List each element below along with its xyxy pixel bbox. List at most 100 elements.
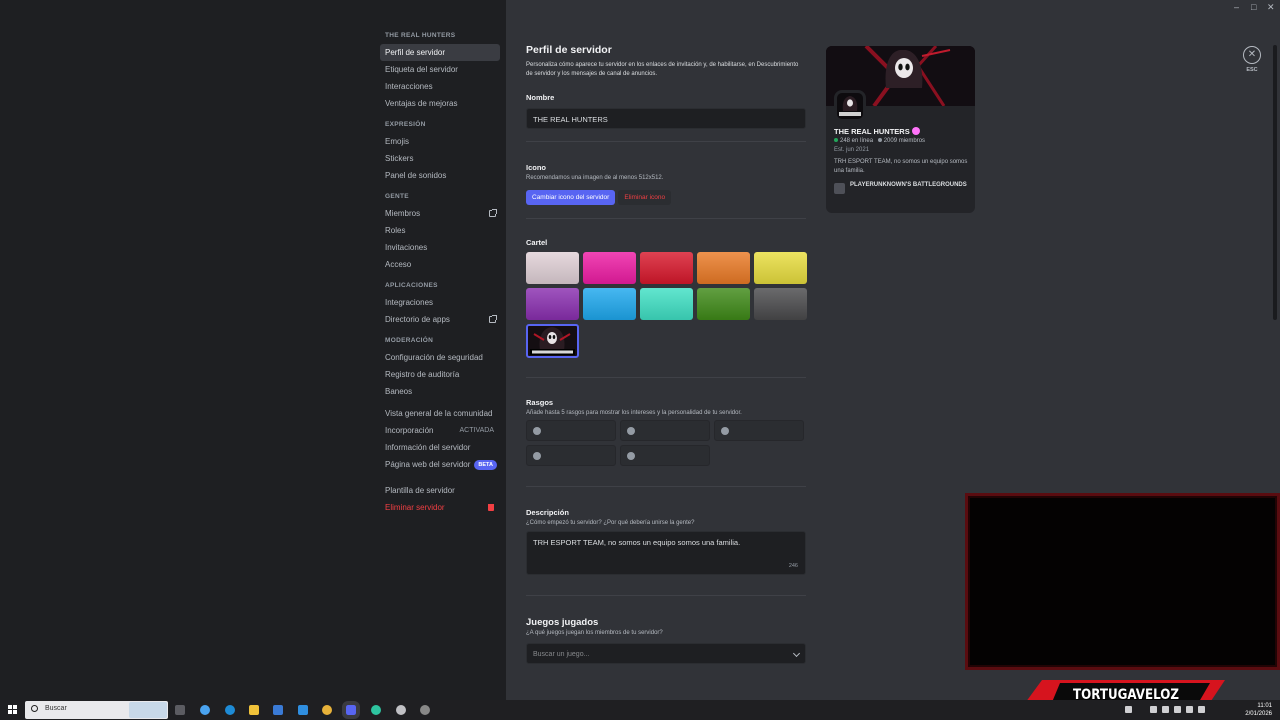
char-counter: 246 (788, 563, 798, 569)
description-sub: ¿Cómo empezó tu servidor? ¿Por qué deber… (526, 520, 695, 526)
sidebar-item-baneos[interactable]: Baneos (380, 383, 500, 400)
preview-stats: 248 en línea 2009 miembros (834, 138, 969, 144)
discord-icon[interactable] (342, 701, 360, 719)
scrollbar[interactable] (1273, 45, 1277, 320)
status-activada: ACTIVADA (459, 427, 495, 434)
mail-icon[interactable] (298, 705, 308, 715)
sidebar-item-comunidad[interactable]: Vista general de la comunidad (380, 405, 500, 422)
sidebar-item-sonidos[interactable]: Panel de sonidos (380, 167, 500, 184)
maximize-button[interactable]: □ (1251, 2, 1256, 12)
banner-swatch[interactable] (526, 288, 579, 320)
icon-sub: Recomendamos una imagen de al menos 512x… (526, 175, 664, 181)
sidebar-item-miembros[interactable]: Miembros (380, 205, 500, 222)
divider (526, 595, 806, 596)
name-label: Nombre (526, 93, 555, 102)
sidebar-item-stickers[interactable]: Stickers (380, 150, 500, 167)
banner-swatch[interactable] (640, 252, 693, 284)
server-name-input[interactable]: THE REAL HUNTERS (526, 108, 806, 129)
banner-swatch[interactable] (754, 288, 807, 320)
chrome-icon[interactable] (322, 705, 332, 715)
banner-custom-image[interactable] (526, 324, 579, 358)
banner-swatch[interactable] (754, 252, 807, 284)
description-label: Descripción (526, 508, 569, 517)
reaper-logo-image (530, 327, 575, 355)
sidebar-item-invitaciones[interactable]: Invitaciones (380, 239, 500, 256)
edge-icon[interactable] (225, 705, 235, 715)
preview-server-name: THE REAL HUNTERS (834, 127, 969, 136)
sidebar-item-integraciones[interactable]: Integraciones (380, 294, 500, 311)
section-title-moderacion: MODERACIÓN (385, 337, 434, 344)
clock-time: 11:01 (1257, 703, 1272, 709)
webcam-overlay-frame (965, 493, 1280, 670)
trait-slot[interactable] (714, 420, 804, 441)
description-text: TRH ESPORT TEAM, no somos un equipo somo… (533, 538, 741, 547)
description-textarea[interactable]: TRH ESPORT TEAM, no somos un equipo somo… (526, 531, 806, 575)
sidebar-item-interacciones[interactable]: Interacciones (380, 78, 500, 95)
banner-swatch[interactable] (697, 252, 750, 284)
emoji-icon (533, 452, 541, 460)
trait-slot[interactable] (620, 445, 710, 466)
banner-swatch[interactable] (583, 288, 636, 320)
sidebar-item-directorio[interactable]: Directorio de apps (380, 311, 500, 328)
sidebar-item-eliminar[interactable]: Eliminar servidor (380, 499, 500, 516)
app-icon[interactable] (396, 705, 406, 715)
sidebar-item-seguridad[interactable]: Configuración de seguridad (380, 349, 500, 366)
file-explorer-icon[interactable] (249, 705, 259, 715)
sidebar-item-auditoria[interactable]: Registro de auditoría (380, 366, 500, 383)
copilot-icon[interactable] (200, 705, 210, 715)
online-dot-icon (834, 138, 838, 142)
sidebar-item-label: Eliminar servidor (385, 503, 445, 512)
store-icon[interactable] (273, 705, 283, 715)
taskbar-search[interactable]: Buscar (25, 701, 168, 719)
obs-icon[interactable] (420, 705, 430, 715)
sidebar-item-pagina-web[interactable]: Página web del servidor BETA (380, 456, 500, 473)
close-window-button[interactable]: ✕ (1267, 2, 1275, 13)
server-profile-form: Perfil de servidor Personaliza cómo apar… (526, 44, 807, 664)
icon-label: Icono (526, 163, 546, 172)
sidebar-item-perfil[interactable]: Perfil de servidor (380, 44, 500, 61)
minimize-button[interactable]: – (1234, 2, 1239, 12)
trait-slot[interactable] (526, 420, 616, 441)
search-icon (31, 705, 38, 712)
games-search-select[interactable]: Buscar un juego... (526, 643, 806, 664)
divider (526, 218, 806, 219)
members-dot-icon (877, 138, 882, 142)
banner-swatch[interactable] (526, 252, 579, 284)
sidebar-item-acceso[interactable]: Acceso (380, 256, 500, 273)
sidebar-item-informacion[interactable]: Información del servidor (380, 439, 500, 456)
section-title-gente: GENTE (385, 193, 409, 200)
windows-start-icon[interactable] (8, 705, 18, 715)
preview-established: Est. jun 2021 (834, 147, 870, 153)
traits-label: Rasgos (526, 398, 554, 407)
banner-label: Cartel (526, 238, 548, 247)
clock[interactable]: 11:01 2/01/2026 (1245, 702, 1272, 718)
sidebar-item-emojis[interactable]: Emojis (380, 133, 500, 150)
banner-swatch[interactable] (697, 288, 750, 320)
trait-slot[interactable] (620, 420, 710, 441)
sidebar-item-incorporacion[interactable]: Incorporación ACTIVADA (380, 422, 500, 439)
change-icon-button[interactable]: Cambiar icono del servidor (526, 190, 616, 205)
trait-slot[interactable] (526, 445, 616, 466)
sidebar-item-ventajas[interactable]: Ventajas de mejoras (380, 95, 500, 112)
close-icon[interactable]: ✕ (1243, 46, 1261, 64)
esc-close[interactable]: ✕ ESC (1243, 46, 1261, 73)
system-tray[interactable] (1125, 706, 1215, 714)
games-placeholder: Buscar un juego... (533, 651, 590, 658)
external-link-icon (489, 209, 497, 217)
sidebar-item-etiqueta[interactable]: Etiqueta del servidor (380, 61, 500, 78)
banner-swatch[interactable] (583, 252, 636, 284)
sidebar-item-label: Directorio de apps (385, 315, 450, 324)
sidebar-item-plantilla[interactable]: Plantilla de servidor (380, 482, 500, 499)
search-highlight-image (129, 702, 167, 718)
banner-swatch[interactable] (640, 288, 693, 320)
games-label: Juegos jugados (526, 617, 599, 628)
app-icon[interactable] (371, 705, 381, 715)
task-view-icon[interactable] (175, 705, 185, 715)
traits-sub: Añade hasta 5 rasgos para mostrar los in… (526, 410, 742, 416)
preview-server-icon (834, 90, 866, 122)
sidebar-item-roles[interactable]: Roles (380, 222, 500, 239)
clock-date: 2/01/2026 (1245, 711, 1272, 717)
section-title-expresion: EXPRESIÓN (385, 121, 426, 128)
remove-icon-button[interactable]: Eliminar icono (618, 190, 672, 205)
emoji-icon (721, 427, 729, 435)
